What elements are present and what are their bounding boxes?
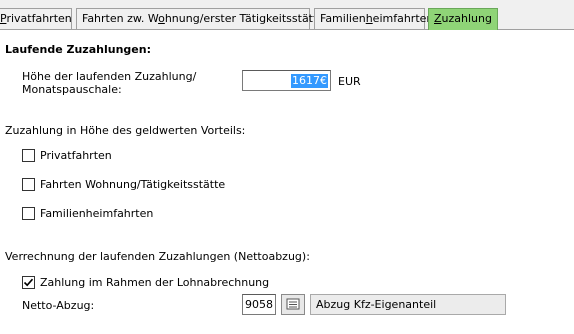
familienheimfahrten-label[interactable]: Familienheimfahrten bbox=[40, 207, 153, 220]
privatfahrten-checkbox[interactable] bbox=[22, 149, 35, 162]
section-heading-benefit: Zuzahlung in Höhe des geldwerten Vorteil… bbox=[5, 124, 246, 137]
tab-label-post: eimfahrten bbox=[372, 12, 434, 25]
tab-label-accel: Z bbox=[434, 12, 442, 25]
tab-privatfahrten[interactable]: Privatfahrten bbox=[0, 8, 72, 29]
amount-label-line2: Monatspauschale: bbox=[22, 83, 122, 96]
tab-label-accel: o bbox=[158, 12, 165, 25]
tab-label-accel: h bbox=[365, 12, 373, 25]
tab-fahrten-wohnung[interactable]: Fahrten zw. Wohnung/erster Tätigkeitsstä… bbox=[76, 8, 324, 29]
fahrten-wohnung-checkbox[interactable] bbox=[22, 178, 35, 191]
tab-label-post: uzahlung bbox=[441, 12, 492, 25]
tab-familienheimfahrten[interactable]: Familienheimfahrten bbox=[314, 8, 433, 29]
tab-zuzahlung[interactable]: Zuzahlung bbox=[428, 8, 498, 31]
netto-code-value: 9058 bbox=[245, 298, 273, 311]
amount-input[interactable]: 1617€ bbox=[242, 70, 331, 91]
netto-description-field: Abzug Kfz-Eigenanteil bbox=[310, 294, 506, 315]
tab-bar: Privatfahrten Fahrten zw. Wohnung/erster… bbox=[0, 0, 574, 31]
privatfahrten-label[interactable]: Privatfahrten bbox=[40, 149, 112, 162]
checkmark-icon bbox=[23, 278, 34, 287]
tab-label-post: hnung/erster Tätigkeitsstätte bbox=[164, 12, 325, 25]
netto-code-input[interactable]: 9058 bbox=[242, 294, 276, 315]
amount-value: 1617€ bbox=[291, 74, 328, 88]
payroll-label[interactable]: Zahlung im Rahmen der Lohnabrechnung bbox=[40, 276, 269, 289]
amount-label-line1: Höhe der laufenden Zuzahlung/ bbox=[22, 70, 197, 83]
netto-label: Netto-Abzug: bbox=[22, 299, 95, 312]
lookup-list-icon bbox=[286, 298, 300, 310]
section-heading-netting: Verrechnung der laufenden Zuzahlungen (N… bbox=[5, 250, 310, 263]
familienheimfahrten-checkbox[interactable] bbox=[22, 207, 35, 220]
tab-label-pre: Fahrten zw. W bbox=[82, 12, 159, 25]
tab-label-post: rivatfahrten bbox=[6, 12, 72, 25]
section-heading-current: Laufende Zuzahlungen: bbox=[5, 43, 151, 56]
netto-lookup-button[interactable] bbox=[281, 294, 305, 315]
netto-description-value: Abzug Kfz-Eigenanteil bbox=[316, 298, 437, 311]
zuzahlung-panel: Laufende Zuzahlungen: Höhe der laufenden… bbox=[0, 30, 574, 334]
currency-label: EUR bbox=[338, 75, 361, 88]
tab-label-pre: Familien bbox=[320, 12, 366, 25]
fahrten-wohnung-label[interactable]: Fahrten Wohnung/Tätigkeitsstätte bbox=[40, 178, 225, 191]
payroll-checkbox[interactable] bbox=[22, 276, 35, 289]
